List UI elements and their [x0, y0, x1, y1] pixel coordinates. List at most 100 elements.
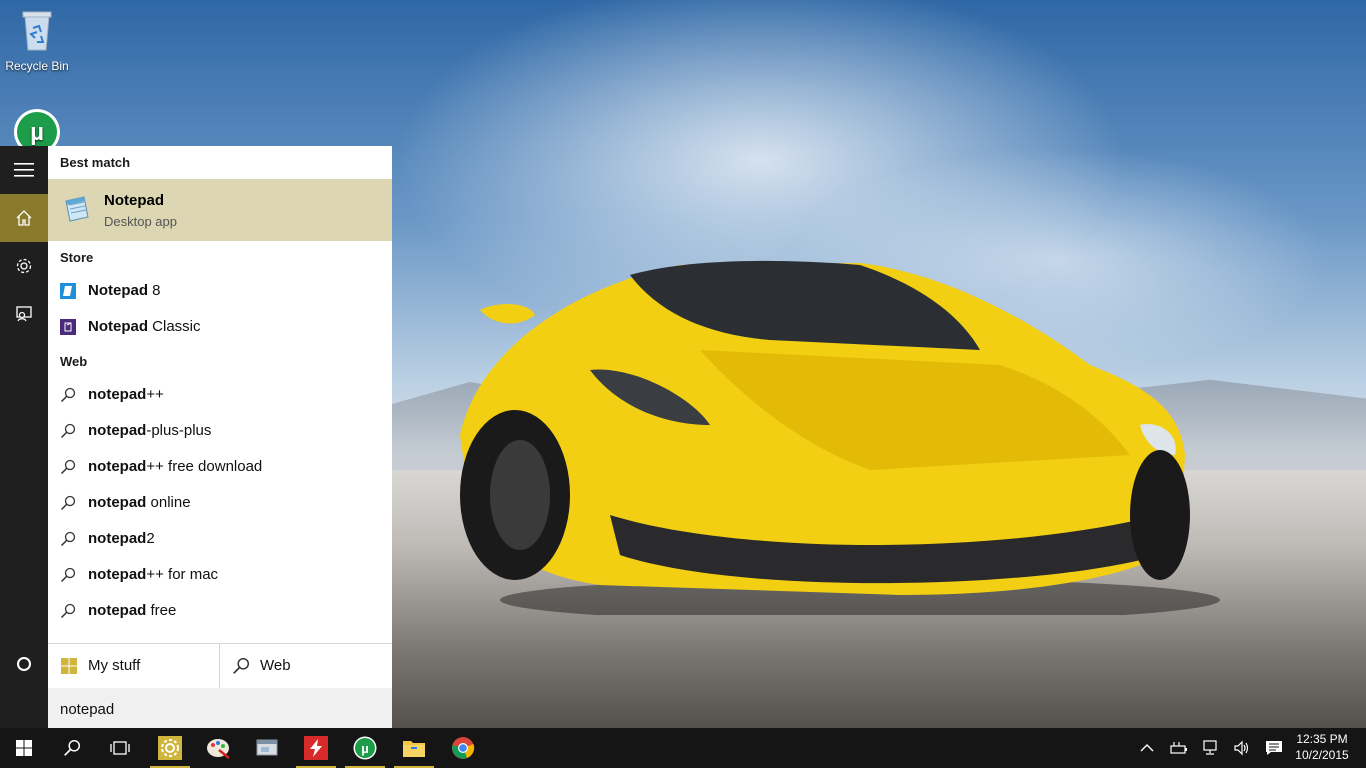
search-icon [60, 495, 76, 511]
search-icon [60, 567, 76, 583]
notepad-icon [65, 196, 89, 222]
folder-icon [403, 741, 425, 757]
best-match-result[interactable]: Notepad Desktop app [48, 179, 392, 241]
search-input[interactable] [60, 698, 380, 720]
web-result[interactable]: notepad online [48, 485, 392, 521]
result-rest-text: -plus-plus [146, 422, 212, 439]
window-app-icon [256, 739, 278, 756]
gear-icon [16, 258, 32, 274]
notepad-classic-icon [60, 319, 76, 335]
taskbar-search-button[interactable] [48, 728, 96, 768]
desktop-icon-label: Recycle Bin [5, 59, 69, 73]
taskbar-start-button[interactable] [0, 728, 48, 768]
taskbar-app-settings[interactable] [146, 728, 194, 768]
web-result[interactable]: notepad++ for mac [48, 557, 392, 593]
rail-settings-button[interactable] [0, 242, 48, 290]
web-result[interactable]: notepad-plus-plus [48, 413, 392, 449]
result-rest-text: free [146, 602, 177, 619]
result-bold-text: Notepad [88, 282, 148, 299]
result-bold-text: notepad [88, 458, 147, 475]
web-header: Web [60, 354, 88, 369]
cortana-circle-icon [17, 657, 31, 671]
result-rest-text: online [146, 494, 191, 511]
best-match-header: Best match [60, 155, 131, 170]
taskbar-chrome[interactable] [439, 728, 487, 768]
power-icon [1170, 742, 1187, 754]
search-icon [60, 459, 76, 475]
svg-text:µ: µ [30, 119, 44, 146]
result-rest-text: ++ [146, 386, 164, 403]
store-result-notepad-classic[interactable]: Notepad Classic [48, 309, 392, 345]
recycle-bin-icon [22, 11, 52, 51]
result-bold-text: notepad [88, 422, 147, 439]
best-match-subtitle: Desktop app [104, 214, 177, 229]
taskbar-task-view-button[interactable] [96, 728, 144, 768]
home-icon [16, 210, 32, 226]
flash-icon [304, 736, 328, 760]
result-bold-text: notepad [88, 494, 147, 511]
result-bold-text: notepad [88, 602, 147, 619]
result-bold-text: notepad [88, 566, 147, 583]
hamburger-icon [14, 163, 34, 177]
store-header: Store [60, 250, 94, 265]
clock-date: 10/2/2015 [1295, 748, 1349, 762]
tray-power-button[interactable] [1169, 738, 1189, 758]
result-rest-text: 8 [148, 282, 161, 299]
result-bold-text: notepad [88, 530, 147, 547]
search-box[interactable] [48, 688, 392, 728]
tray-volume-button[interactable] [1232, 738, 1252, 758]
taskbar-file-explorer[interactable] [390, 728, 438, 768]
web-label: Web [260, 657, 291, 674]
paint-icon [207, 739, 230, 759]
taskbar-app-window[interactable] [243, 728, 291, 768]
tray-action-center-button[interactable] [1264, 738, 1284, 758]
tray-show-hidden-button[interactable] [1137, 738, 1157, 758]
start-rail [0, 146, 48, 728]
web-result[interactable]: notepad++ [48, 377, 392, 413]
settings-app-icon [158, 736, 182, 760]
taskbar-clock[interactable]: 12:35 PM 10/2/2015 [1292, 731, 1352, 763]
action-center-icon [1266, 741, 1282, 755]
chrome-icon [452, 737, 475, 759]
desktop-icon-recycle-bin[interactable]: Recycle Bin [0, 6, 74, 73]
search-icon [60, 531, 76, 547]
web-search-button[interactable]: Web [220, 644, 392, 688]
result-rest-text: ++ free download [146, 458, 263, 475]
store-result-notepad-8[interactable]: Notepad 8 [48, 273, 392, 309]
search-results-panel: Best match Notepad Desktop app Store Not… [48, 146, 392, 728]
svg-text:µ: µ [361, 741, 369, 756]
search-icon [60, 423, 76, 439]
search-scope-bar: My stuff Web [48, 643, 392, 688]
search-icon [60, 603, 76, 619]
result-rest-text: 2 [146, 530, 155, 547]
volume-icon [1234, 740, 1249, 756]
web-result[interactable]: notepad2 [48, 521, 392, 557]
windows-logo-icon [61, 658, 77, 674]
taskbar-app-flash[interactable] [292, 728, 340, 768]
web-result[interactable]: notepad free [48, 593, 392, 629]
feedback-icon [16, 306, 32, 322]
search-icon [64, 739, 81, 756]
my-stuff-button[interactable]: My stuff [48, 644, 220, 688]
result-bold-text: Notepad [88, 318, 148, 335]
search-icon [60, 387, 76, 403]
task-view-icon [110, 741, 130, 755]
wallpaper-car [460, 260, 1220, 615]
result-bold-text: notepad [88, 386, 147, 403]
taskbar-app-utorrent[interactable]: µ [341, 728, 389, 768]
network-icon [1203, 740, 1217, 755]
search-icon [233, 657, 250, 674]
notepad8-icon [60, 283, 76, 299]
rail-feedback-button[interactable] [0, 290, 48, 338]
rail-home-button[interactable] [0, 194, 48, 242]
rail-cortana-button[interactable] [0, 640, 48, 688]
windows-logo-icon [16, 740, 32, 756]
utorrent-icon: µ [353, 736, 377, 760]
taskbar-app-paint[interactable] [194, 728, 242, 768]
web-result[interactable]: notepad++ free download [48, 449, 392, 485]
rail-menu-button[interactable] [0, 146, 48, 194]
result-rest-text: Classic [148, 318, 201, 335]
my-stuff-label: My stuff [88, 657, 141, 674]
tray-network-button[interactable] [1201, 738, 1221, 758]
taskbar: µ 12:35 PM 10/2/2015 [0, 728, 1366, 768]
